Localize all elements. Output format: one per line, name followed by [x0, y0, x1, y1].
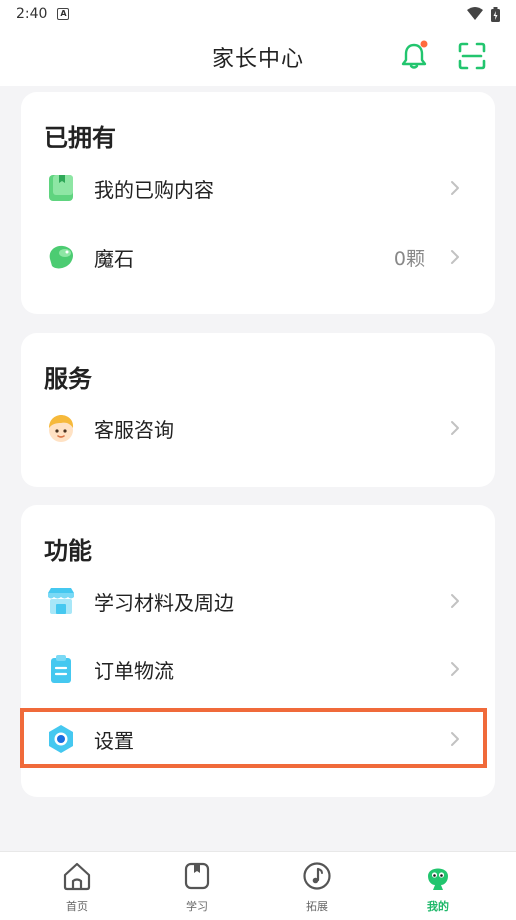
- customer-service-row[interactable]: 客服咨询: [21, 395, 495, 461]
- owned-section-title: 已拥有: [44, 124, 116, 152]
- tab-explore[interactable]: 拓展: [277, 852, 357, 920]
- page-title: 家长中心: [211, 47, 304, 72]
- support-avatar-icon: [49, 415, 74, 442]
- purchased-content-label: 我的已购内容: [94, 177, 214, 202]
- tab-explore-label: 拓展: [306, 900, 328, 913]
- scan-icon[interactable]: [456, 40, 488, 72]
- battery-icon: [491, 6, 500, 22]
- tab-study-label: 学习: [186, 900, 208, 913]
- study-materials-label: 学习材料及周边: [94, 590, 234, 615]
- store-icon: [48, 588, 74, 614]
- service-card: 服务 客服咨询: [21, 333, 495, 487]
- header: 家长中心: [0, 28, 516, 86]
- order-logistics-row[interactable]: 订单物流: [21, 636, 495, 702]
- clipboard-icon: [51, 655, 71, 683]
- book-icon: [184, 862, 210, 890]
- customer-service-label: 客服咨询: [94, 417, 174, 442]
- chevron-right-icon: [451, 250, 459, 264]
- status-bar: 2:40 A: [0, 0, 516, 28]
- order-logistics-label: 订单物流: [94, 658, 174, 683]
- tab-mine-label: 我的: [427, 900, 449, 913]
- magic-stone-row[interactable]: 魔石 0颗: [21, 224, 495, 290]
- bottom-tab-bar: 首页 学习 拓展 我的: [0, 851, 516, 920]
- notification-a-icon: A: [57, 8, 70, 20]
- chevron-right-icon: [451, 662, 459, 676]
- study-materials-row[interactable]: 学习材料及周边: [21, 568, 495, 634]
- status-time: 2:40: [16, 6, 48, 22]
- settings-highlight-frame: [20, 708, 487, 768]
- tab-study[interactable]: 学习: [157, 852, 237, 920]
- magic-stone-label: 魔石: [94, 246, 134, 271]
- notification-bell-icon[interactable]: [398, 40, 430, 72]
- functions-section-title: 功能: [44, 537, 92, 565]
- green-book-icon: [49, 175, 73, 201]
- purchased-content-row[interactable]: 我的已购内容: [21, 155, 495, 221]
- chevron-right-icon: [451, 181, 459, 195]
- wifi-icon: [467, 7, 483, 20]
- owned-card: 已拥有 我的已购内容 魔石 0颗: [21, 92, 495, 314]
- tab-home[interactable]: 首页: [37, 852, 117, 920]
- chevron-right-icon: [451, 594, 459, 608]
- home-icon: [63, 862, 91, 891]
- music-note-icon: [303, 862, 331, 890]
- green-gem-icon: [49, 245, 73, 269]
- magic-stone-count: 0颗: [393, 247, 425, 270]
- service-section-title: 服务: [44, 365, 92, 393]
- chevron-right-icon: [451, 421, 459, 435]
- tab-mine[interactable]: 我的: [398, 852, 478, 920]
- tab-home-label: 首页: [66, 900, 88, 913]
- mascot-icon: [428, 868, 448, 890]
